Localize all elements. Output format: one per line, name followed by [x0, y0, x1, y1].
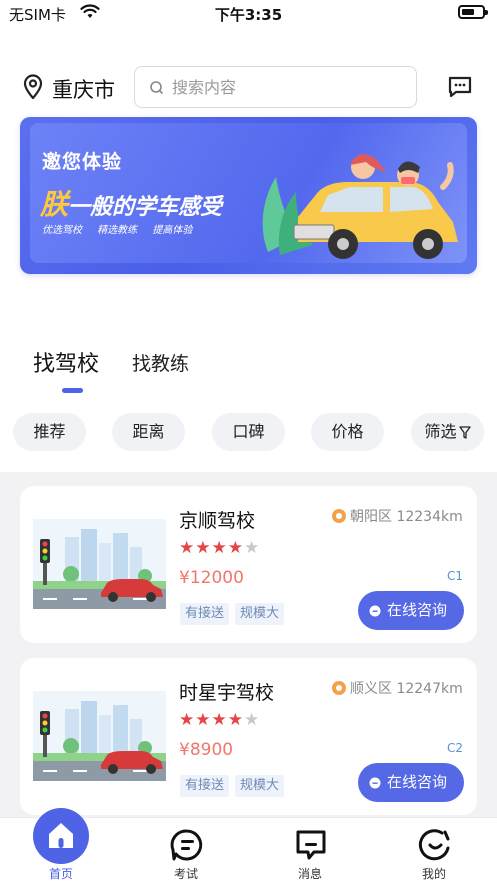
status-time: 下午3:35 [214, 6, 283, 24]
star-icon: ★ [227, 710, 244, 730]
location-pin-icon [332, 681, 346, 695]
banner-tag: 优选驾校 [42, 225, 82, 236]
school-tags: 有接送 规模大 [180, 774, 290, 797]
school-location-text: 朝阳区 12234km [350, 509, 463, 525]
banner-line2-rest: 一般的学车感受 [68, 195, 223, 220]
category-tabs: 找驾校 找教练 [0, 340, 497, 400]
tabbar-item-message[interactable]: 消息 [270, 818, 350, 883]
star-icon: ★ [195, 710, 212, 730]
banner-tags: 优选驾校 精选教练 提高体验 [42, 221, 204, 236]
search-icon [150, 81, 163, 94]
exam-icon [170, 829, 203, 861]
filter-screen-label: 筛选 [424, 422, 457, 441]
tab-active-indicator [62, 388, 83, 393]
school-location: 顺义区 12247km [331, 678, 463, 698]
filter-bar: 推荐 距离 口碑 价格 筛选 [0, 412, 497, 454]
banner-tag: 提高体验 [152, 225, 193, 236]
school-card[interactable]: 京顺驾校 ★★★★★ ¥12000 有接送 规模大 朝阳区 12234km C1 … [20, 486, 477, 643]
battery-icon [458, 5, 488, 19]
school-tag: 有接送 [180, 603, 230, 625]
tabbar-item-profile[interactable]: 我的 [394, 818, 474, 883]
header: 重庆市 [0, 62, 497, 112]
tabbar-item-home[interactable]: 首页 [21, 808, 101, 883]
funnel-icon [458, 425, 471, 439]
school-list: 京顺驾校 ★★★★★ ¥12000 有接送 规模大 朝阳区 12234km C1 … [0, 472, 497, 817]
consult-button-label: 在线咨询 [386, 773, 447, 791]
star-icon: ★ [195, 538, 212, 558]
school-tag: 规模大 [235, 603, 285, 625]
search-box[interactable] [134, 66, 417, 108]
status-bar: 无SIM卡 下午3:35 [0, 0, 497, 28]
star-empty-icon: ★ [244, 710, 261, 730]
consult-button-label: 在线咨询 [386, 601, 447, 619]
school-rating: ★★★★★ [179, 710, 260, 730]
banner-highlight: 朕 [40, 188, 69, 221]
school-name: 时星宇驾校 [179, 682, 275, 704]
school-thumbnail [33, 519, 166, 609]
star-icon: ★ [211, 538, 228, 558]
promo-banner[interactable]: 邀您体验 朕一般的学车感受 优选驾校 精选教练 提高体验 [20, 117, 477, 274]
star-icon: ★ [227, 538, 244, 558]
star-empty-icon: ★ [244, 538, 261, 558]
tabbar-label: 消息 [297, 867, 322, 881]
banner-line1: 邀您体验 [42, 151, 123, 173]
filter-price[interactable]: 价格 [311, 413, 384, 451]
location-pin-icon [332, 509, 346, 523]
school-thumbnail [33, 691, 166, 781]
bottom-tabbar: 首页 考试 消息 我的 [0, 808, 497, 883]
tabbar-label: 首页 [48, 867, 73, 881]
school-card[interactable]: 时星宇驾校 ★★★★★ ¥8900 有接送 规模大 顺义区 12247km C2 … [20, 658, 477, 815]
message-icon [296, 830, 326, 860]
school-tags: 有接送 规模大 [180, 602, 290, 625]
message-icon[interactable] [447, 75, 473, 99]
school-license-class: C1 [446, 569, 463, 583]
search-input[interactable] [172, 75, 402, 99]
tabbar-label: 考试 [173, 867, 198, 881]
star-icon: ★ [179, 710, 196, 730]
profile-icon [418, 829, 450, 861]
location-pin-icon[interactable] [22, 74, 44, 100]
star-icon: ★ [179, 538, 196, 558]
filter-screen-button[interactable]: 筛选 [411, 413, 484, 451]
banner-tag: 精选教练 [97, 225, 138, 236]
home-icon [33, 808, 89, 864]
school-location-text: 顺义区 12247km [350, 681, 463, 697]
banner-car-illustration [262, 154, 458, 259]
banner-line2: 朕一般的学车感受 [40, 183, 222, 223]
tab-find-coach[interactable]: 找教练 [132, 349, 189, 376]
filter-distance[interactable]: 距离 [112, 413, 185, 451]
consult-button[interactable]: 在线咨询 [358, 591, 464, 630]
city-selector[interactable]: 重庆市 [52, 74, 115, 104]
star-icon: ★ [211, 710, 228, 730]
school-name: 京顺驾校 [179, 510, 256, 532]
tab-find-school[interactable]: 找驾校 [33, 346, 99, 378]
tabbar-item-exam[interactable]: 考试 [146, 818, 226, 883]
school-license-class: C2 [446, 741, 463, 755]
chat-bubble-icon [369, 605, 381, 617]
school-tag: 规模大 [235, 775, 285, 797]
school-location: 朝阳区 12234km [331, 506, 463, 526]
school-rating: ★★★★★ [179, 538, 260, 558]
filter-reputation[interactable]: 口碑 [212, 413, 285, 451]
consult-button[interactable]: 在线咨询 [358, 763, 464, 802]
filter-recommend[interactable]: 推荐 [13, 413, 86, 451]
school-tag: 有接送 [180, 775, 230, 797]
chat-bubble-icon [369, 777, 381, 789]
school-price: ¥8900 [179, 740, 234, 760]
school-price: ¥12000 [179, 568, 244, 588]
tabbar-label: 我的 [421, 867, 446, 881]
